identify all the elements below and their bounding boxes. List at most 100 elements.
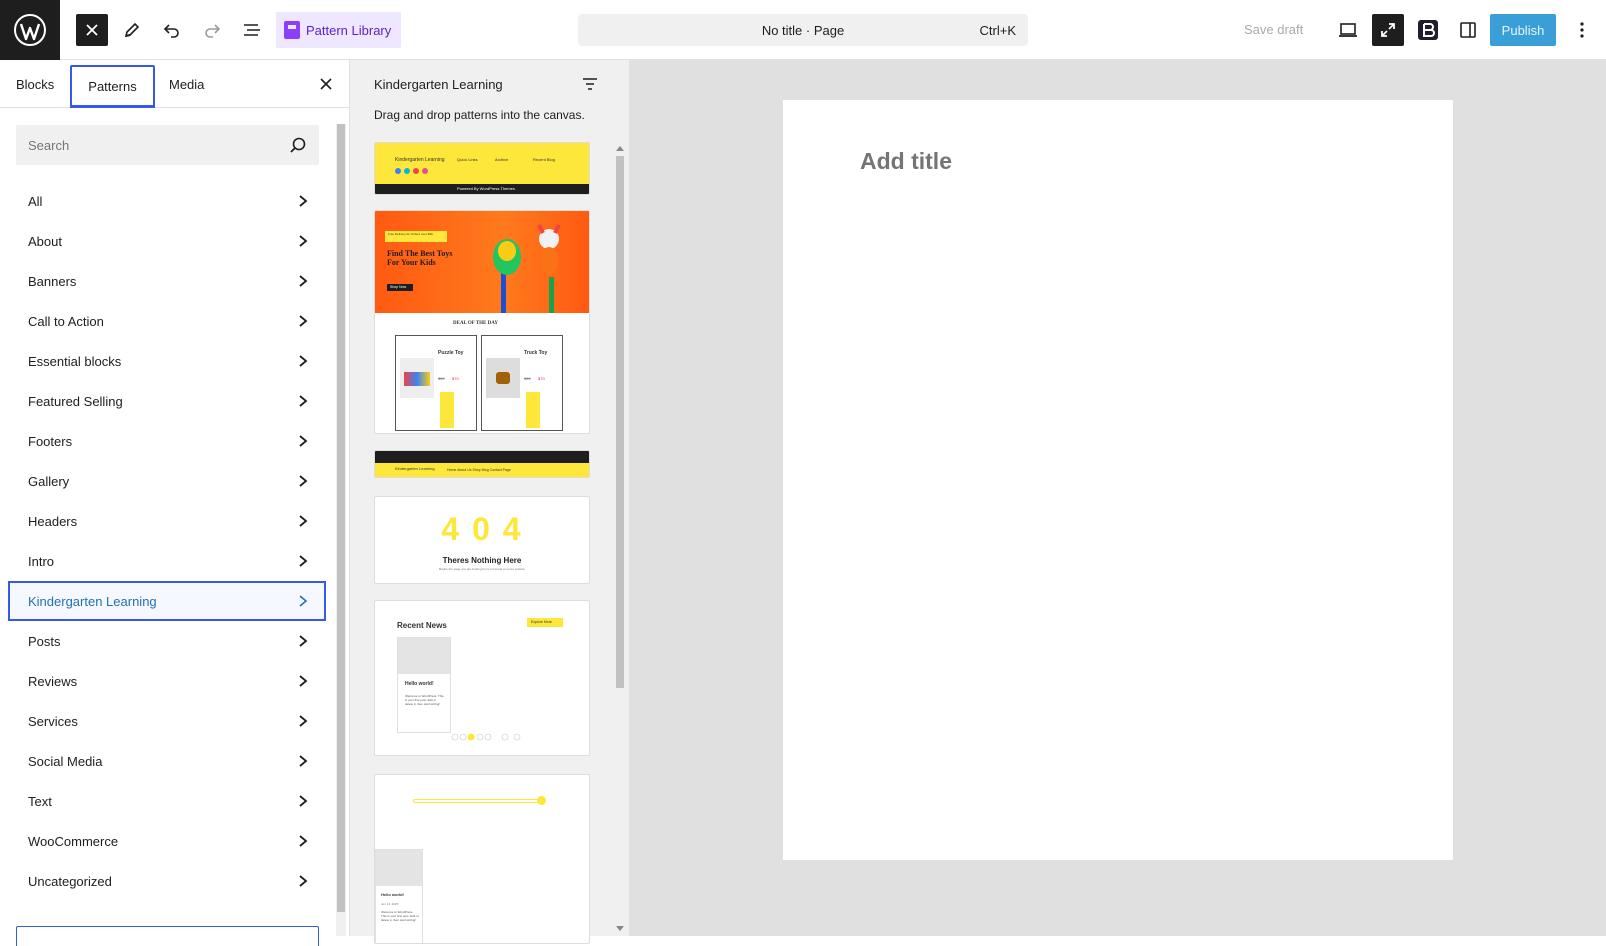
search-input[interactable]	[16, 125, 276, 165]
category-label: Services	[28, 713, 78, 729]
category-banners[interactable]: Banners	[0, 261, 336, 301]
category-posts[interactable]: Posts	[0, 621, 336, 661]
close-inserter-button[interactable]	[76, 14, 108, 46]
category-kindergarten-learning[interactable]: Kindergarten Learning	[8, 581, 326, 621]
explore-patterns-button[interactable]	[16, 926, 319, 946]
category-reviews[interactable]: Reviews	[0, 661, 336, 701]
close-icon	[86, 24, 98, 36]
category-about[interactable]: About	[0, 221, 336, 261]
pattern-card-footer[interactable]: Kindergarten Learning Quick Links Archiv…	[374, 142, 590, 195]
b-logo-icon	[1418, 20, 1438, 40]
product-image	[486, 358, 520, 398]
close-icon[interactable]	[318, 76, 334, 92]
options-menu-button[interactable]	[1566, 14, 1598, 46]
category-essential-blocks[interactable]: Essential blocks	[0, 341, 336, 381]
category-all[interactable]: All	[0, 181, 336, 221]
scroll-up-arrow[interactable]	[616, 146, 624, 151]
page-content[interactable]: Add title	[783, 100, 1453, 860]
scrollbar-thumb[interactable]	[337, 124, 345, 912]
chevron-right-icon	[299, 475, 308, 487]
category-featured-selling[interactable]: Featured Selling	[0, 381, 336, 421]
fullscreen-toggle-button[interactable]	[1372, 14, 1404, 46]
tab-patterns[interactable]: Patterns	[70, 65, 155, 108]
category-services[interactable]: Services	[0, 701, 336, 741]
pencil-icon	[124, 22, 140, 38]
category-text[interactable]: Text	[0, 781, 336, 821]
command-shortcut: Ctrl+K	[979, 23, 1016, 38]
pattern-text: Hello world!	[381, 892, 404, 897]
pattern-library-label: Pattern Library	[306, 22, 392, 38]
social-icons	[395, 168, 428, 174]
pattern-category-list: All About Banners Call to Action Essenti…	[0, 181, 336, 901]
chevron-right-icon	[299, 795, 308, 807]
category-label: Posts	[28, 633, 61, 649]
pattern-text: Welcome to WordPress. This is your first…	[381, 910, 419, 922]
pattern-search	[16, 125, 319, 165]
category-list-scrollbar[interactable]	[336, 124, 346, 936]
pattern-card-post-slider[interactable]: Hello world! Jun 14, 2025 Welcome to Wor…	[374, 774, 590, 944]
chevron-right-icon	[299, 275, 308, 287]
category-label: Social Media	[28, 753, 103, 769]
pattern-text: Explore More	[531, 620, 552, 624]
chevron-right-icon	[299, 715, 308, 727]
news-heading: Recent News	[397, 621, 447, 630]
wordpress-logo-button[interactable]	[0, 0, 60, 60]
redo-button[interactable]	[196, 14, 228, 46]
redo-icon	[205, 24, 221, 38]
chevron-right-icon	[299, 355, 308, 367]
category-uncategorized[interactable]: Uncategorized	[0, 861, 336, 901]
category-call-to-action[interactable]: Call to Action	[0, 301, 336, 341]
undo-icon	[163, 24, 179, 38]
price-new: $70	[538, 376, 545, 381]
category-gallery[interactable]: Gallery	[0, 461, 336, 501]
fullscreen-icon	[1381, 23, 1395, 37]
save-draft-button[interactable]: Save draft	[1244, 22, 1303, 37]
editor-topbar: Pattern Library No title · Page Ctrl+K S…	[0, 0, 1606, 60]
category-woocommerce[interactable]: WooCommerce	[0, 821, 336, 861]
category-intro[interactable]: Intro	[0, 541, 336, 581]
search-icon[interactable]	[289, 136, 307, 154]
pattern-text: Recent Blog	[533, 157, 555, 162]
pattern-text: Quick Links	[457, 157, 478, 162]
pattern-card-banner-deal[interactable]: Free Delivery for Orders over $99 Find T…	[374, 210, 590, 434]
command-palette-bar[interactable]: No title · Page Ctrl+K	[578, 14, 1028, 46]
settings-sidebar-button[interactable]	[1452, 14, 1484, 46]
category-label: Kindergarten Learning	[28, 593, 157, 609]
category-footers[interactable]: Footers	[0, 421, 336, 461]
desktop-icon	[1339, 23, 1357, 37]
banner-heading: Find The Best Toys For Your Kids	[387, 249, 453, 267]
preview-button[interactable]	[1332, 14, 1364, 46]
plugin-button[interactable]	[1412, 14, 1444, 46]
tools-button[interactable]	[116, 14, 148, 46]
scrollbar-thumb[interactable]	[616, 156, 624, 688]
pattern-library-icon	[284, 21, 300, 39]
pattern-library-button[interactable]: Pattern Library	[276, 12, 402, 48]
publish-button[interactable]: Publish	[1490, 14, 1556, 46]
post-thumbnail	[398, 638, 450, 674]
pattern-card-404[interactable]: 4 0 4 Theres Nothing Here Maybe the page…	[374, 496, 590, 584]
category-label: All	[28, 193, 43, 209]
list-view-icon	[244, 24, 260, 36]
post-thumbnail	[376, 850, 422, 886]
document-overview-button[interactable]	[236, 14, 268, 46]
pattern-card-recent-news[interactable]: Recent News Explore More Hello world! We…	[374, 600, 590, 756]
shop-now-button: Shop Now	[387, 284, 413, 291]
product-image	[400, 358, 434, 398]
slider-track	[413, 799, 543, 803]
category-label: About	[28, 233, 62, 249]
post-title-input[interactable]: Add title	[860, 148, 952, 175]
patterns-scrollbar[interactable]	[615, 146, 625, 936]
chevron-right-icon	[299, 195, 308, 207]
undo-button[interactable]	[156, 14, 188, 46]
category-headers[interactable]: Headers	[0, 501, 336, 541]
filter-icon[interactable]	[582, 76, 598, 92]
category-social-media[interactable]: Social Media	[0, 741, 336, 781]
tab-blocks[interactable]: Blocks	[16, 60, 54, 108]
pattern-card-header[interactable]: Kindergarten Learning Home About Us Shop…	[374, 450, 590, 478]
more-vertical-icon	[1580, 22, 1584, 38]
scroll-down-arrow[interactable]	[616, 926, 624, 931]
chevron-right-icon	[299, 395, 308, 407]
header-topbar-strip	[375, 451, 589, 463]
price-old: $60	[524, 376, 531, 381]
tab-media[interactable]: Media	[169, 60, 204, 108]
